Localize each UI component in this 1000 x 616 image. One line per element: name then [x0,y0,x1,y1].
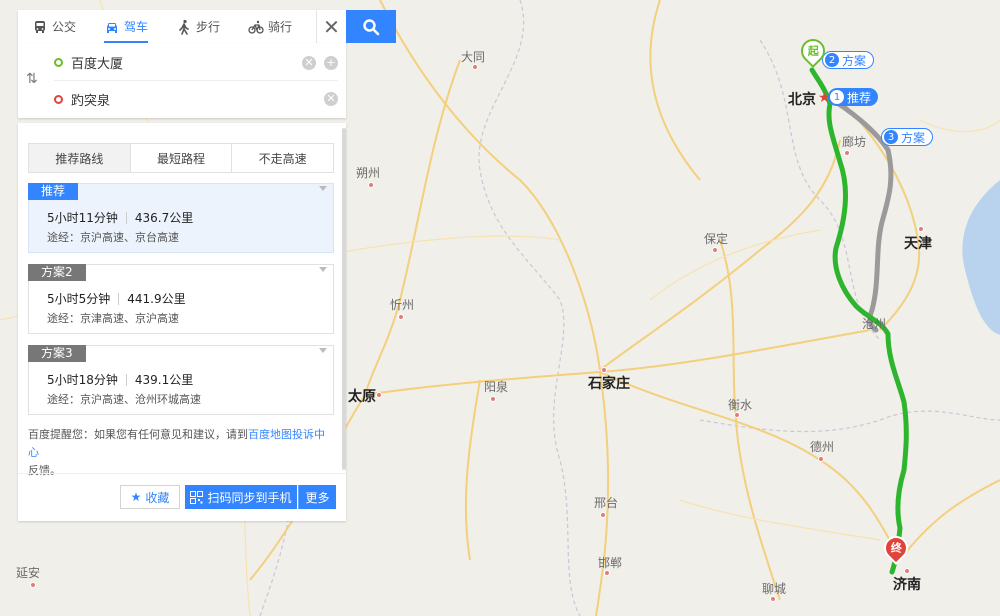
bike-icon [248,20,264,34]
favorite-button[interactable]: ★ 收藏 [120,485,180,509]
route-bubble-3[interactable]: 3 方案 [881,128,934,146]
city-label: 衡水 [728,398,753,412]
city-label: 忻州 [390,298,415,312]
plan-stats: 5小时11分钟 436.7公里 [47,209,193,226]
sync-to-phone-button[interactable]: 扫码同步到手机 [185,485,297,509]
city-label: 邢台 [594,496,619,510]
feedback-tip: 百度提醒您：如果您有任何意见和建议，请到百度地图投诉中心 反馈。 [28,428,325,477]
plan-time: 5小时18分钟 [47,373,118,387]
plan-stats: 5小时5分钟 441.9公里 [47,290,186,307]
mode-bus[interactable]: 公交 [18,10,90,43]
city-label: 石家庄 [588,376,630,392]
chevron-down-icon [319,267,327,272]
city-label: 天津 [904,236,932,252]
start-marker-icon [54,58,63,67]
close-button[interactable]: ✕ [316,10,346,43]
plan-tag: 方案2 [28,264,86,281]
start-point-input[interactable]: 百度大厦 [71,53,294,72]
city-dot [844,150,850,156]
bus-icon [35,20,45,33]
city-dot [490,396,496,402]
city-dot [818,456,824,462]
plan-distance: 439.1公里 [134,373,194,387]
search-icon [363,18,380,35]
route-input-box: ⇅ 百度大厦 ✕ + 趵突泉 ✕ [18,43,346,118]
more-button[interactable]: 更多 [298,485,336,509]
city-label: 延安 [16,566,41,580]
clear-end-icon[interactable]: ✕ [324,92,338,106]
swap-route-icon[interactable]: ⇅ [26,71,38,87]
city-label: 阳泉 [484,380,509,394]
route-plan-3[interactable]: 方案3 5小时18分钟 439.1公里 途经：京沪高速、沧州环城高速 [28,345,334,415]
qr-code-icon [190,490,204,504]
city-label: 大同 [461,50,486,64]
plan-via: 途经：京沪高速、沧州环城高速 [47,393,201,406]
divider [125,211,127,224]
route-results-panel: 推荐路线 最短路程 不走高速 推荐 5小时11分钟 436.7公里 途经：京沪高… [18,123,346,521]
city-dot [30,582,36,588]
city-label: 德州 [810,440,835,454]
search-button[interactable] [346,10,396,43]
plan-tag: 方案3 [28,345,86,362]
city-label: 朔州 [356,166,381,180]
city-label: 北京 [788,92,816,108]
city-dot [600,512,606,518]
add-waypoint-icon[interactable]: + [324,55,338,70]
walk-icon [179,19,189,35]
plan-via: 途经：京津高速、京沪高速 [47,312,179,325]
mode-car[interactable]: 驾车 [90,10,162,43]
city-label: 太原 [348,389,376,405]
tab-recommended[interactable]: 推荐路线 [29,144,131,172]
end-marker-icon [54,94,63,104]
star-icon: ★ [130,490,142,504]
travel-mode-bar: 公交 驾车 步行 骑行 ✕ [18,10,346,43]
route-plan-2[interactable]: 方案2 5小时5分钟 441.9公里 途经：京津高速、京沪高速 [28,264,334,334]
plan-via: 途经：京沪高速、京台高速 [47,231,179,244]
city-dot [918,226,924,232]
city-label: 邯郸 [598,556,623,570]
route-option-tabs: 推荐路线 最短路程 不走高速 [28,143,334,173]
city-label: 保定 [704,232,729,246]
city-dot [398,314,404,320]
start-point-row: 百度大厦 ✕ + [54,45,338,81]
divider [118,292,120,305]
city-label: 济南 [893,577,921,593]
plan-stats: 5小时18分钟 439.1公里 [47,371,193,388]
plan-tag: 推荐 [28,183,79,200]
close-icon: ✕ [323,14,340,39]
plan-time: 5小时5分钟 [47,292,111,306]
chevron-down-icon [319,186,327,191]
tab-no-highway[interactable]: 不走高速 [232,144,333,172]
scrollbar[interactable] [342,128,346,470]
mode-bike[interactable]: 骑行 [234,10,306,43]
action-bar: ★ 收藏 扫码同步到手机 更多 [18,473,346,521]
end-point-row: 趵突泉 ✕ [54,81,338,117]
route-bubble-1[interactable]: 1 推荐 [828,88,879,106]
city-label: 沧州 [862,317,887,331]
mode-walk[interactable]: 步行 [162,10,234,43]
plan-time: 5小时11分钟 [47,211,118,225]
clear-start-icon[interactable]: ✕ [302,55,316,70]
divider [125,373,127,386]
city-dot [376,392,382,398]
city-label: 聊城 [762,582,787,596]
route-plan-1[interactable]: 推荐 5小时11分钟 436.7公里 途经：京沪高速、京台高速 [28,183,334,253]
car-icon [107,22,118,33]
city-dot [712,247,718,253]
city-label: 廊坊 [842,135,867,149]
city-dot [368,182,374,188]
alt-route-line [823,93,894,333]
tab-shortest[interactable]: 最短路程 [131,144,233,172]
end-point-input[interactable]: 趵突泉 [71,90,316,109]
plan-distance: 441.9公里 [127,292,186,306]
route-bubble-2[interactable]: 2 方案 [822,51,875,69]
plan-distance: 436.7公里 [134,211,194,225]
chevron-down-icon [319,348,327,353]
